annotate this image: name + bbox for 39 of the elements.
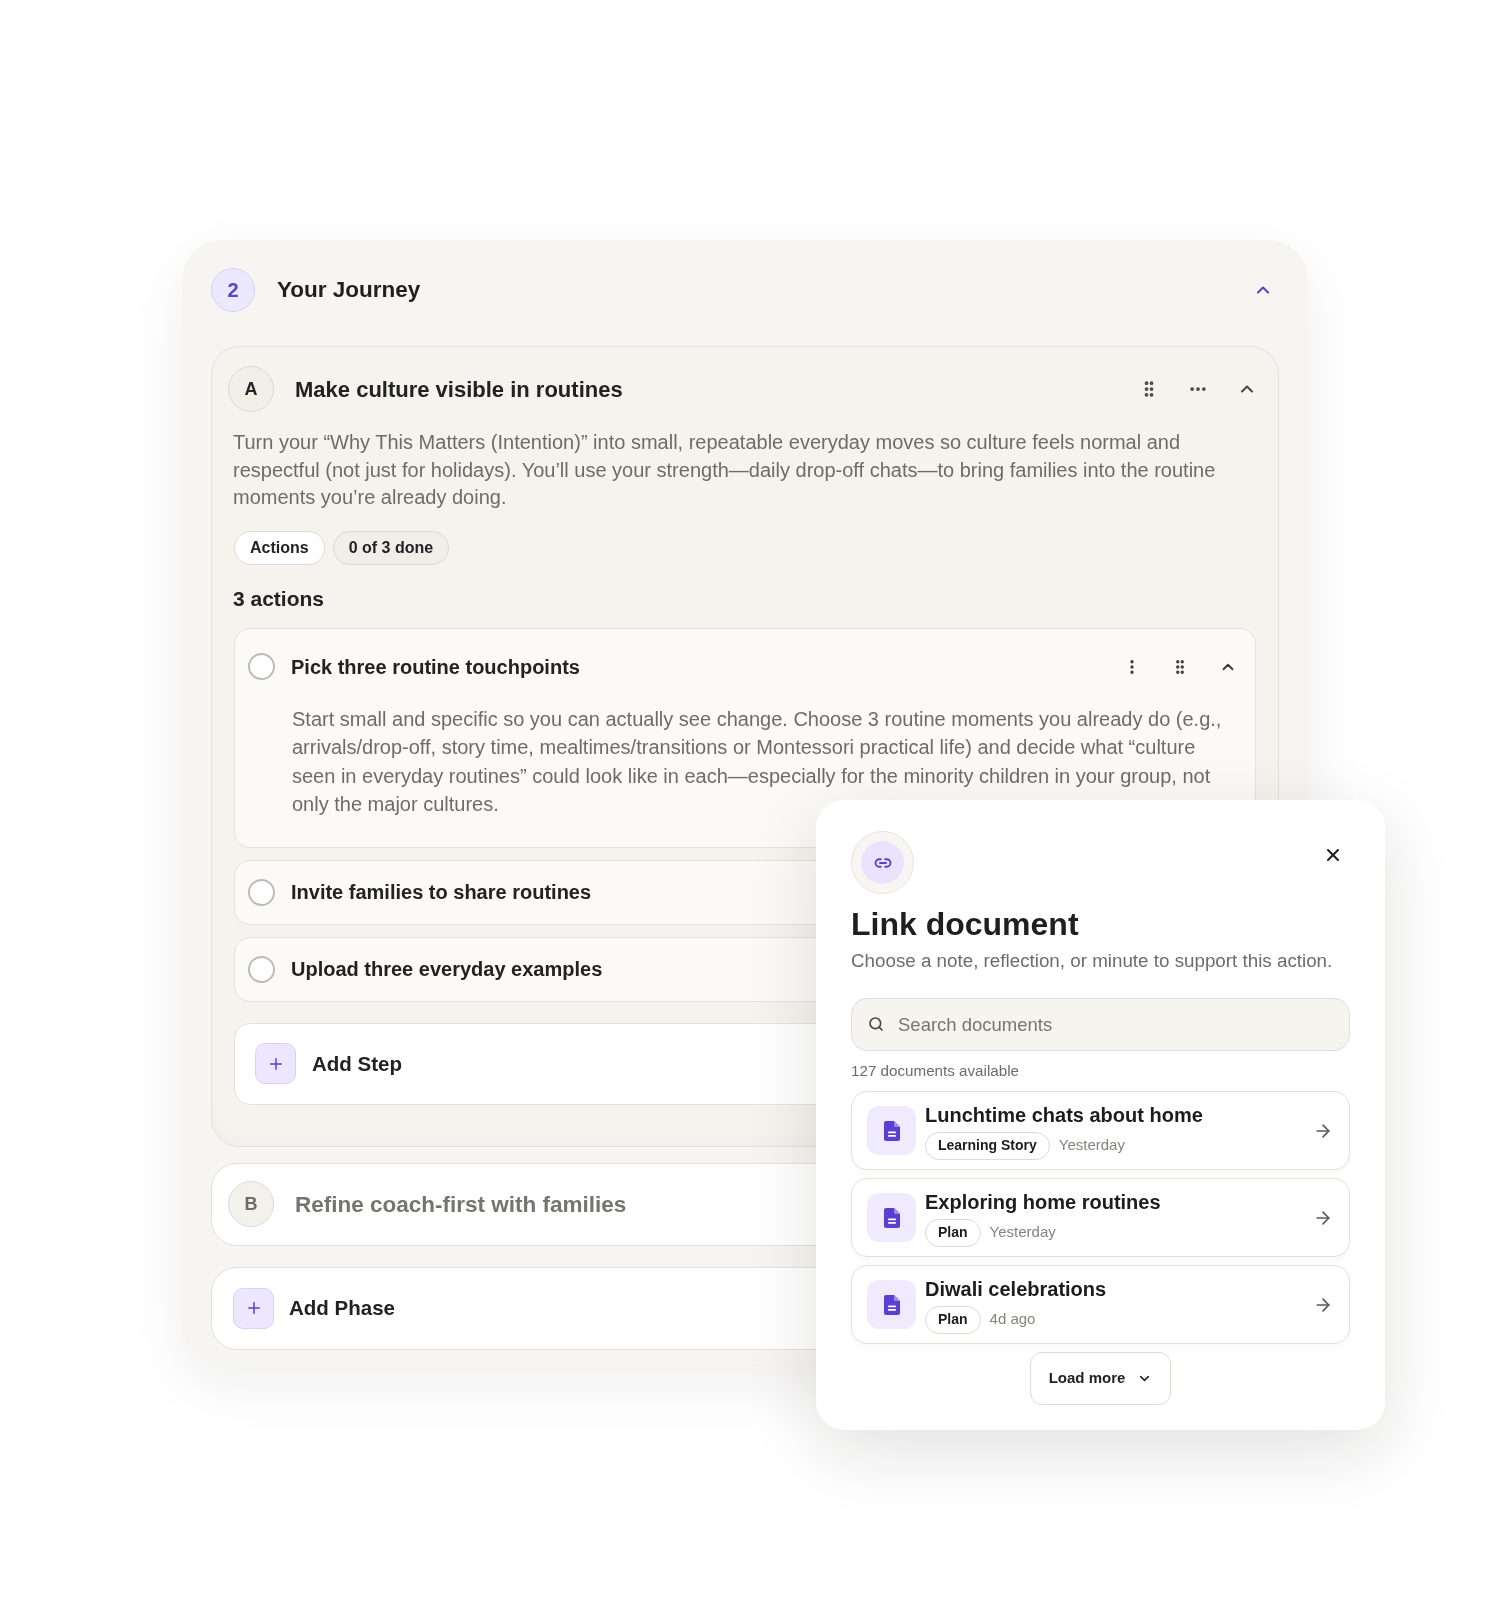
document-item[interactable]: Exploring home routines Plan Yesterday [851, 1178, 1350, 1257]
document-date: Yesterday [989, 1222, 1056, 1243]
checkbox[interactable] [248, 878, 275, 906]
document-date: 4d ago [989, 1309, 1036, 1330]
action-title: Pick three routine touchpoints [291, 654, 580, 680]
checkbox[interactable] [248, 653, 275, 680]
action-title: Invite families to share routines [291, 880, 592, 906]
phase-letter-badge: A [228, 366, 274, 412]
status-chip: 0 of 3 done [332, 530, 450, 565]
document-item[interactable]: Diwali celebrations Plan 4d ago [851, 1265, 1350, 1344]
phase-title: Refine coach-first with families [295, 1190, 627, 1219]
load-more-button[interactable]: Load more [1030, 1352, 1171, 1405]
document-type-tag: Learning Story [925, 1131, 1050, 1160]
status-chip: Actions [234, 530, 325, 565]
document-item[interactable]: Lunchtime chats about home Learning Story Yesterday [851, 1091, 1350, 1170]
document-title: Lunchtime chats about home [925, 1102, 1203, 1128]
document-icon [867, 1280, 916, 1329]
plus-icon [255, 1043, 296, 1085]
actions-heading: 3 actions [232, 586, 326, 611]
document-icon [867, 1193, 916, 1242]
document-icon [867, 1106, 916, 1155]
search-field[interactable]: Search documents [851, 998, 1350, 1051]
action-title: Upload three everyday examples [291, 957, 603, 983]
plus-icon [233, 1287, 274, 1329]
phase-letter-badge: B [228, 1181, 274, 1228]
search-icon [868, 1016, 884, 1032]
document-type-tag: Plan [925, 1218, 981, 1247]
phase-title: Make culture visible in routines [295, 375, 623, 404]
checkbox[interactable] [248, 955, 275, 983]
documents-count: 127 documents available [851, 1061, 1021, 1081]
document-title: Diwali celebrations [925, 1276, 1107, 1302]
step-number-badge: 2 [211, 268, 255, 312]
journey-title: Your Journey [277, 276, 421, 305]
phase-description: Turn your “Why This Matters (Intention)” into small, repeatable everyday moves so culture feels normal and respectful (not just for holidays). You’ll use your strength—daily drop-off chats—to bring families into the routine moments you’re already doing. [232, 430, 1217, 510]
action-description: Start small and specific so you can actually see change. Choose 3 routine moments you already do (e.g., arrivals/drop-off, story time, mealtimes/transitions or Montessori practical life) and decide what “culture seen in everyday routines” could look like in each—especially for the minority children in your group, not only the major cultures. [291, 706, 1223, 818]
document-date: Yesterday [1058, 1135, 1125, 1156]
action-card[interactable] [234, 627, 1256, 848]
document-type-tag: Plan [925, 1305, 981, 1334]
document-title: Exploring home routines [925, 1189, 1161, 1215]
